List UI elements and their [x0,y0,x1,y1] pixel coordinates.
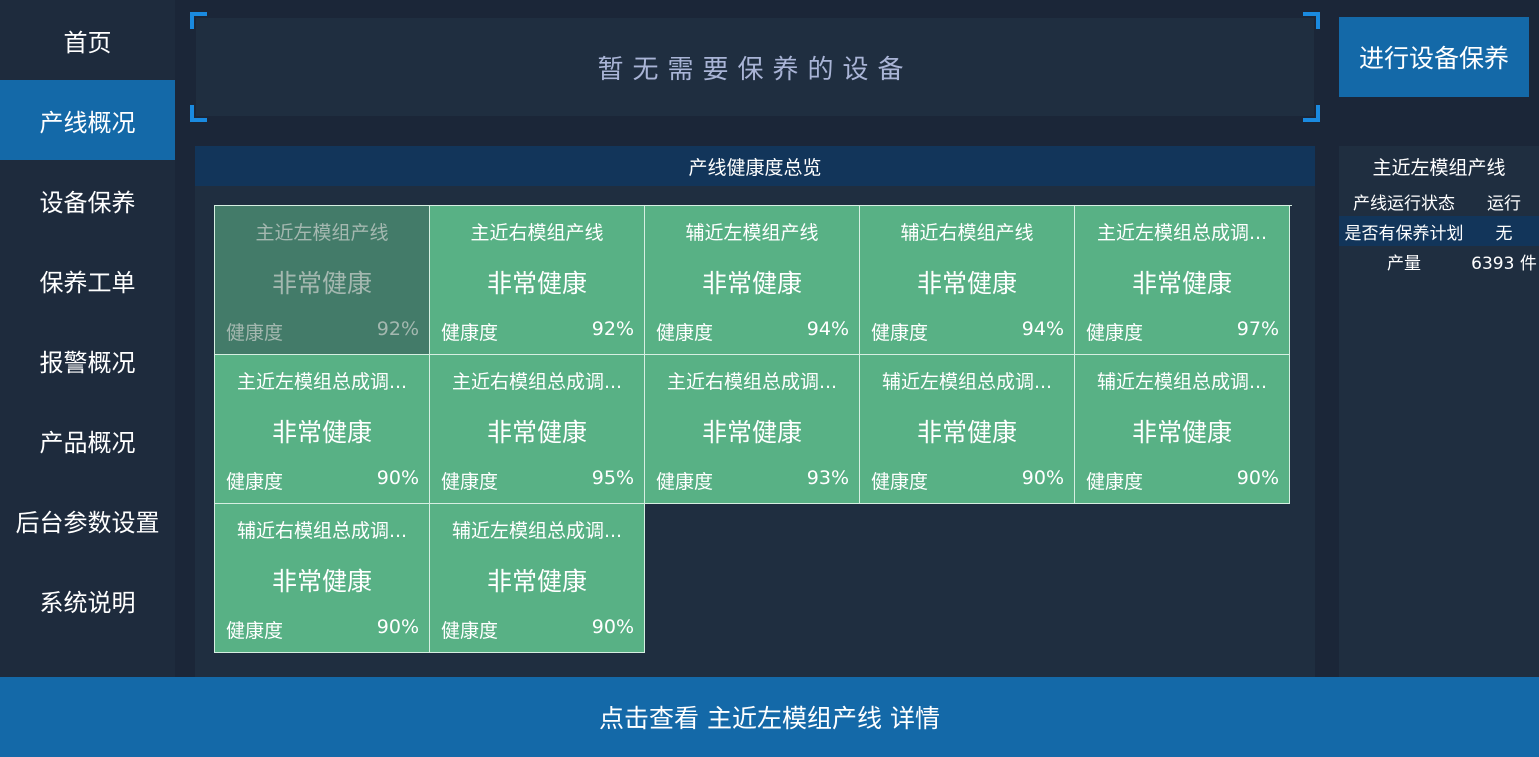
health-status: 非常健康 [916,269,1017,298]
line-tile[interactable]: 辅近右模组产线非常健康健康度 94% [860,206,1075,355]
health-value: 95% [591,467,634,489]
health-label: 健康度 [226,322,284,344]
line-tile[interactable]: 主近右模组总成调... 非常健康健康度 93% [645,355,860,504]
health-status: 非常健康 [701,418,802,447]
notice-text: 暂无需要保养的设备 [196,18,1314,116]
sidebar-item-alarm-overview[interactable]: 报警概况 [0,320,175,400]
health-value: 92% [591,318,634,340]
line-tile[interactable]: 辅近左模组产线非常健康健康度 94% [645,206,860,355]
info-value: 6393 件 [1471,253,1537,274]
line-tile[interactable]: 主近左模组总成调... 非常健康健康度 90% [215,355,430,504]
health-label: 健康度 [441,322,499,344]
health-footer: 健康度 92% [226,318,419,345]
health-label: 健康度 [226,471,284,493]
sidebar-nav: 首页 产线概况 设备保养 保养工单 报警概况 产品概况 后台参数设置 系统说明 [0,0,175,677]
line-name: 主近左模组总成调... [1096,222,1268,244]
health-status: 非常健康 [1131,418,1232,447]
health-value: 90% [591,616,634,638]
health-label: 健康度 [1086,322,1144,344]
health-status: 非常健康 [486,418,587,447]
info-panel-title: 主近左模组产线 [1372,156,1506,179]
info-row-maintenance-plan: 是否有保养计划 无 [1339,216,1539,246]
health-value: 97% [1236,318,1279,340]
info-value: 无 [1495,223,1513,244]
health-label: 健康度 [656,471,714,493]
health-footer: 健康度 90% [226,616,419,643]
line-info-panel: 主近左模组产线 产线运行状态 运行 是否有保养计划 无 产量 6393 件 [1339,146,1539,677]
health-value: 93% [806,467,849,489]
health-footer: 健康度 90% [441,616,634,643]
health-label: 健康度 [871,471,929,493]
line-tile[interactable]: 主近左模组总成调... 非常健康健康度 97% [1075,206,1290,355]
info-row-output: 产量 6393 件 [1339,246,1539,276]
health-footer: 健康度 92% [441,318,634,345]
health-label: 健康度 [871,322,929,344]
health-status: 非常健康 [271,567,372,596]
overview-title: 产线健康度总览 [195,146,1315,186]
health-label: 健康度 [1086,471,1144,493]
line-name: 主近右模组产线 [470,222,604,244]
health-footer: 健康度 90% [226,467,419,494]
info-key: 产量 [1387,253,1421,274]
sidebar-item-product-overview[interactable]: 产品概况 [0,400,175,480]
info-value: 运行 [1487,193,1521,214]
line-tile-grid: 主近左模组产线 非常健康 健康度 92% 主近右模组产线 非常健康 健康度 92% 辅近左模组产… [214,205,1292,653]
maintenance-notice: 暂无需要保养的设备 [190,12,1320,122]
health-value: 94% [1021,318,1064,340]
health-status: 非常健康 [701,269,802,298]
health-status: 非常健康 [271,418,372,447]
line-tile[interactable]: 主近右模组总成调... 非常健康健康度 95% [430,355,645,504]
line-tile[interactable]: 主近左模组产线非常健康健康度 92% [215,206,430,355]
line-health-overview-panel: 产线健康度总览 主近左模组产线 非常健康 健康度 92% 主近右模组产线 非常健康 健康度 9… [195,146,1315,677]
health-footer: 健康度 93% [656,467,849,494]
health-status: 非常健康 [1131,269,1232,298]
sidebar-item-line-overview[interactable]: 产线概况 [0,80,175,160]
line-name: 辅近右模组总成调... [236,520,408,542]
sidebar-item-system-info[interactable]: 系统说明 [0,560,175,640]
info-key: 产线运行状态 [1353,193,1455,214]
line-name: 辅近左模组产线 [685,222,819,244]
health-value: 94% [806,318,849,340]
line-name: 主近左模组总成调... [236,371,408,393]
health-status: 非常健康 [271,269,372,298]
sidebar-item-maintenance-orders[interactable]: 保养工单 [0,240,175,320]
line-name: 辅近左模组总成调... [881,371,1053,393]
line-name: 主近右模组总成调... [451,371,623,393]
line-name: 辅近右模组产线 [900,222,1034,244]
view-line-details-button[interactable]: 点击查看 主近左模组产线 详情 [0,677,1539,757]
health-footer: 健康度 97% [1086,318,1279,345]
sidebar-item-equipment-maintenance[interactable]: 设备保养 [0,160,175,240]
health-label: 健康度 [441,471,499,493]
line-tile[interactable]: 辅近左模组总成调... 非常健康健康度 90% [860,355,1075,504]
info-key: 是否有保养计划 [1344,223,1464,244]
health-value: 90% [376,467,419,489]
health-label: 健康度 [656,322,714,344]
health-value: 90% [376,616,419,638]
health-value: 92% [376,318,419,340]
health-value: 90% [1021,467,1064,489]
line-tile[interactable]: 辅近右模组总成调... 非常健康健康度 90% [215,504,430,653]
health-footer: 健康度 94% [871,318,1064,345]
line-tile[interactable]: 辅近左模组总成调... 非常健康健康度 90% [1075,355,1290,504]
start-maintenance-button[interactable]: 进行设备保养 [1339,17,1529,97]
line-name: 主近左模组产线 [255,222,389,244]
health-status: 非常健康 [486,269,587,298]
line-name: 辅近左模组总成调... [1096,371,1268,393]
line-tile[interactable]: 主近右模组产线非常健康健康度 92% [430,206,645,355]
line-name: 主近右模组总成调... [666,371,838,393]
info-row-run-status: 产线运行状态 运行 [1339,186,1539,216]
health-footer: 健康度 90% [1086,467,1279,494]
health-status: 非常健康 [486,567,587,596]
health-footer: 健康度 90% [871,467,1064,494]
health-status: 非常健康 [916,418,1017,447]
health-label: 健康度 [441,620,499,642]
health-footer: 健康度 94% [656,318,849,345]
sidebar-item-home[interactable]: 首页 [0,0,175,80]
line-name: 辅近左模组总成调... [451,520,623,542]
health-footer: 健康度 95% [441,467,634,494]
health-value: 90% [1236,467,1279,489]
line-tile[interactable]: 辅近左模组总成调... 非常健康健康度 90% [430,504,645,653]
health-label: 健康度 [226,620,284,642]
sidebar-item-backend-settings[interactable]: 后台参数设置 [0,480,175,560]
